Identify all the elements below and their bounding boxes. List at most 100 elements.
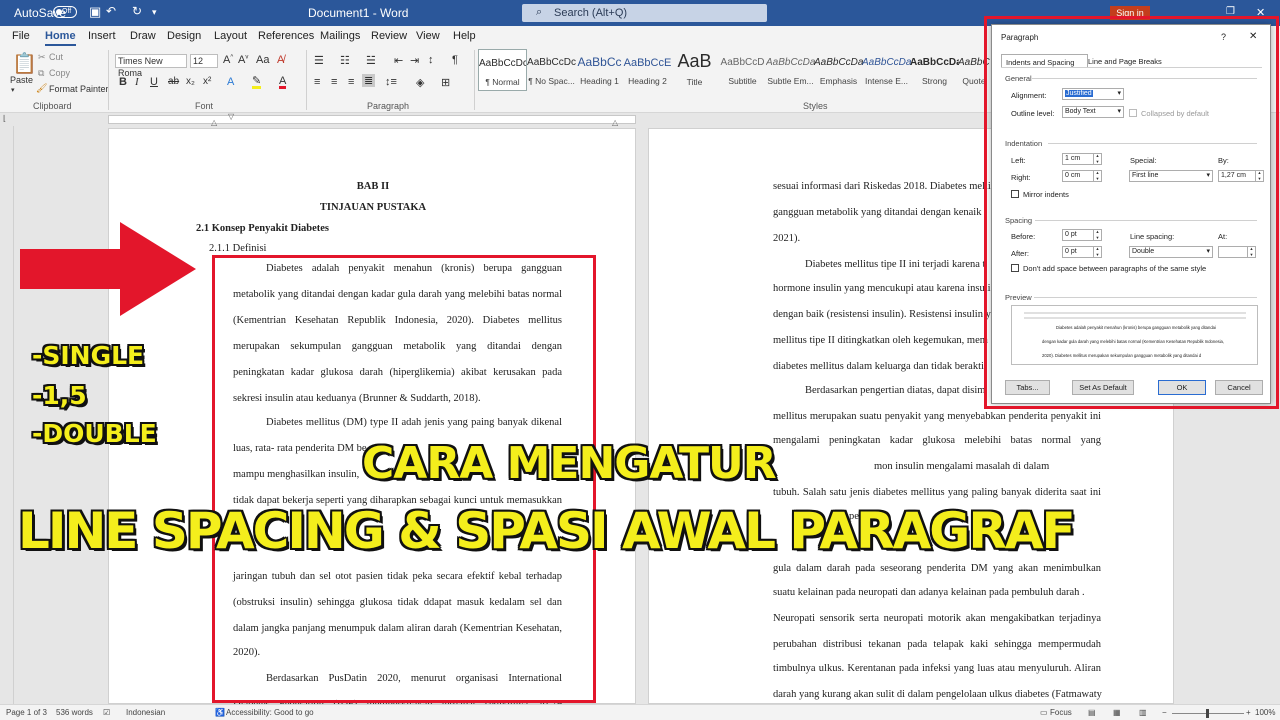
style-emphasis[interactable]: AaBbCcDa Emphasis <box>814 49 863 91</box>
style-subtitle[interactable]: AaBbCcD Subtitle <box>718 49 767 91</box>
strikethrough-icon[interactable]: ab <box>168 76 179 87</box>
tab-layout[interactable]: Layout <box>214 30 247 42</box>
format-painter-button[interactable]: Format Painter <box>49 84 109 94</box>
search-box[interactable]: ⌕ Search (Alt+Q) <box>522 4 767 22</box>
redo-icon[interactable]: ↻ <box>132 4 142 18</box>
multilevel-list-icon[interactable]: ☱ <box>366 54 376 67</box>
tab-file[interactable]: File <box>12 30 30 42</box>
undo-icon[interactable]: ↶ <box>106 4 116 18</box>
first-line-indent-marker-icon[interactable]: ▽ <box>228 112 234 121</box>
align-center-icon[interactable]: ≡ <box>331 76 337 88</box>
italic-icon[interactable]: I <box>135 76 139 88</box>
print-layout-icon[interactable]: ▦ <box>1113 708 1121 717</box>
tab-draw[interactable]: Draw <box>130 30 156 42</box>
page-count[interactable]: Page 1 of 3 <box>6 708 47 717</box>
paragraph-line: mellitus tipe II ditingkatkan oleh kegem… <box>773 335 988 346</box>
headline-line-2: LINE SPACING & SPASI AWAL PARAGRAF <box>18 502 1076 560</box>
copy-icon: ⧉ <box>38 68 45 78</box>
cut-button[interactable]: Cut <box>49 52 63 62</box>
tab-review[interactable]: Review <box>371 30 407 42</box>
paragraph-line: mellitus merupakan suatu penyakit yang m… <box>773 411 1101 422</box>
read-mode-icon[interactable]: ▤ <box>1088 708 1096 717</box>
line-spacing-icon[interactable]: ↕≡ <box>385 76 397 88</box>
proofing-icon[interactable]: ☑ <box>103 708 110 717</box>
style-title[interactable]: AaB Title <box>670 49 719 91</box>
tab-mailings[interactable]: Mailings <box>320 30 360 42</box>
highlight-icon[interactable]: ✎ <box>252 76 262 89</box>
bold-icon[interactable]: B <box>119 76 127 88</box>
increase-indent-icon[interactable]: ⇥ <box>410 54 419 67</box>
zoom-out-icon[interactable]: − <box>1162 708 1167 717</box>
style-no-spacing[interactable]: AaBbCcDc ¶ No Spac... <box>527 49 576 91</box>
autosave-toggle[interactable]: Off <box>53 6 77 18</box>
option-double: -DOUBLE <box>32 419 157 448</box>
accessibility-status[interactable]: Accessibility: Good to go <box>226 708 314 717</box>
style-heading-2[interactable]: AaBbCcE Heading 2 <box>623 49 672 91</box>
decrease-indent-icon[interactable]: ⇤ <box>394 54 403 67</box>
paste-button[interactable]: Paste <box>10 75 33 85</box>
align-left-icon[interactable]: ≡ <box>314 76 320 88</box>
tab-help[interactable]: Help <box>453 30 476 42</box>
borders-icon[interactable]: ⊞ <box>441 76 450 89</box>
style-sample: AaBbCcD <box>720 57 765 68</box>
chapter-title: TINJAUAN PUSTAKA <box>319 202 427 213</box>
subscript-icon[interactable]: x₂ <box>186 76 195 87</box>
shading-icon[interactable]: ◈ <box>416 76 424 89</box>
style-name: Subtle Em... <box>767 76 814 86</box>
right-indent-marker-icon[interactable]: △ <box>612 118 618 127</box>
style-sample: AaBbCcE <box>623 57 672 69</box>
clear-formatting-icon[interactable]: A̸ <box>277 54 284 66</box>
font-name-combo[interactable]: Times New Roma <box>115 54 187 78</box>
superscript-icon[interactable]: x² <box>203 76 211 87</box>
copy-button[interactable]: Copy <box>49 68 70 78</box>
paragraph-group-label: Paragraph <box>367 101 410 111</box>
save-icon[interactable]: ▣ <box>89 4 101 20</box>
font-group-label: Font <box>195 101 214 111</box>
paragraph-line: Neuropati sensorik serta neuropati motor… <box>773 613 1101 624</box>
style-normal[interactable]: AaBbCcDc ¶ Normal <box>478 49 527 91</box>
tab-home[interactable]: Home <box>45 30 76 46</box>
style-subtle-emphasis[interactable]: AaBbCcDa Subtle Em... <box>766 49 815 91</box>
style-intense-emphasis[interactable]: AaBbCcDa Intense E... <box>862 49 911 91</box>
sort-icon[interactable]: ↕ <box>428 54 434 66</box>
align-right-icon[interactable]: ≡ <box>348 76 354 88</box>
section-heading: 2.1 Konsep Penyakit Diabetes <box>196 223 330 234</box>
numbering-icon[interactable]: ☷ <box>340 54 350 67</box>
web-layout-icon[interactable]: ▥ <box>1139 708 1147 717</box>
tab-selector-icon[interactable]: ⌊ <box>3 114 6 123</box>
tab-insert[interactable]: Insert <box>88 30 116 42</box>
style-strong[interactable]: AaBbCcDa Strong <box>910 49 959 91</box>
paragraph-line: timbulnya ulkus. Kerentanan pada infeksi… <box>773 663 1101 674</box>
tab-design[interactable]: Design <box>167 30 201 42</box>
bullets-icon[interactable]: ☰ <box>314 54 324 67</box>
paragraph-line: mon insulin mengalami masalah di dalam <box>874 461 1050 472</box>
subsection-heading: 2.1.1 Definisi <box>209 243 267 254</box>
paragraph-line: mengalami peningkatan kadar glukosa mele… <box>773 435 1101 446</box>
zoom-level[interactable]: 100% <box>1255 708 1275 717</box>
justify-icon[interactable]: ≣ <box>362 74 376 87</box>
focus-button[interactable]: Focus <box>1050 708 1072 717</box>
underline-icon[interactable]: U <box>150 76 158 88</box>
text-effects-icon[interactable]: A <box>227 76 234 88</box>
shrink-font-icon[interactable]: Av <box>238 54 248 66</box>
show-formatting-icon[interactable]: ¶ <box>452 54 458 66</box>
zoom-slider-thumb[interactable] <box>1206 709 1209 718</box>
style-sample: AaBbCcDc <box>479 58 526 69</box>
font-color-icon[interactable]: A <box>279 76 287 89</box>
paragraph-line: dengan baik (resistensi insulin). Resist… <box>773 309 991 320</box>
font-size-combo[interactable]: 12 <box>190 54 218 68</box>
grow-font-icon[interactable]: A^ <box>223 54 233 66</box>
zoom-in-icon[interactable]: + <box>1246 708 1251 717</box>
paste-icon[interactable]: 📋 <box>12 51 37 76</box>
tab-references[interactable]: References <box>258 30 314 42</box>
style-heading-1[interactable]: AaBbCc Heading 1 <box>575 49 624 91</box>
change-case-icon[interactable]: Aa <box>256 54 269 66</box>
customize-toolbar-icon[interactable]: ▾ <box>152 7 157 18</box>
paste-dropdown-icon[interactable]: ▾ <box>11 86 15 94</box>
word-count[interactable]: 536 words <box>56 708 93 717</box>
ribbon-separator <box>108 50 109 110</box>
style-name: Heading 1 <box>580 76 619 86</box>
tab-view[interactable]: View <box>416 30 440 42</box>
hanging-indent-marker-icon[interactable]: △ <box>211 118 217 127</box>
language[interactable]: Indonesian <box>126 708 165 717</box>
